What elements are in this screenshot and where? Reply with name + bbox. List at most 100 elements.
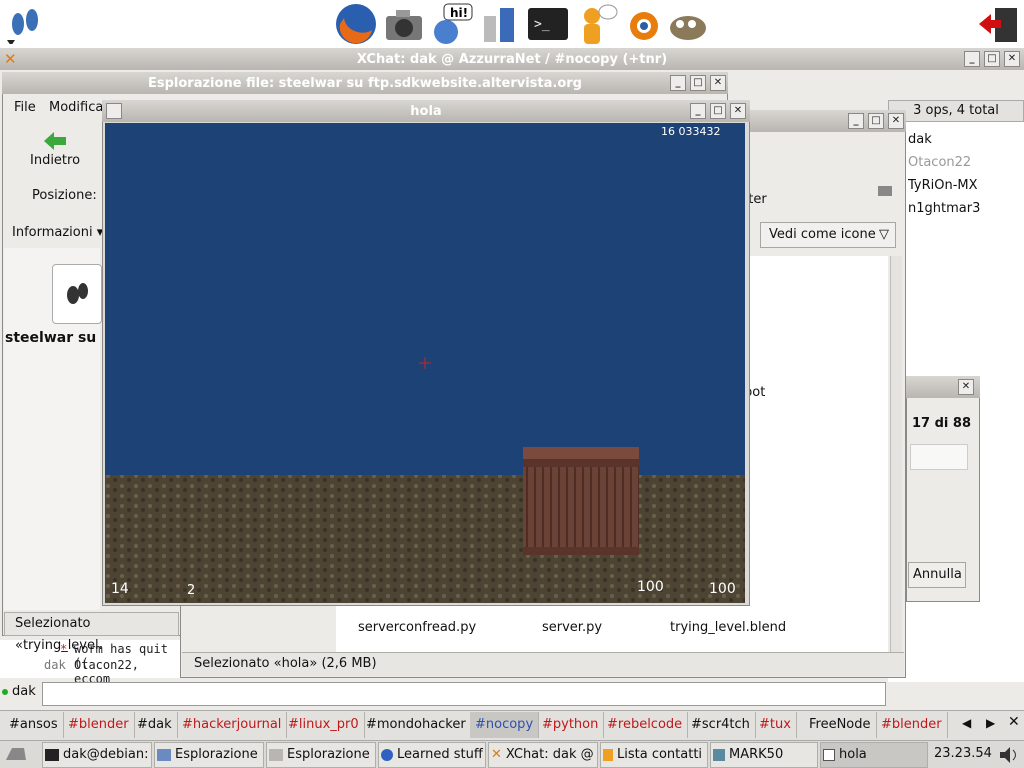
tab-freenode-blender[interactable]: #blender: [876, 712, 948, 738]
cancel-button[interactable]: Annulla: [908, 562, 966, 588]
svg-text:hi!: hi!: [450, 6, 468, 20]
gnome-foot-folder-icon[interactable]: [52, 264, 102, 324]
task-label: Lista contatti: [617, 747, 703, 762]
back-button-label[interactable]: Indietro: [30, 153, 80, 168]
tab-close-icon[interactable]: ✕: [1008, 714, 1020, 730]
close-button[interactable]: ✕: [710, 75, 726, 91]
task-hola[interactable]: hola: [820, 742, 928, 768]
tab-rebelcode[interactable]: #rebelcode: [602, 712, 689, 738]
minimize-button[interactable]: _: [964, 51, 980, 67]
tab-mondohacker[interactable]: #mondohacker: [361, 712, 472, 738]
info-dropdown-label: Informazioni: [12, 225, 93, 240]
task-esplorazione-2[interactable]: Esplorazione: [266, 742, 376, 768]
task-learned-stuff[interactable]: Learned stuff: [378, 742, 486, 768]
game-viewport[interactable]: 16 033432 14 2 100 100: [105, 123, 745, 603]
close-button[interactable]: ✕: [1004, 51, 1020, 67]
camera-icon[interactable]: [382, 2, 426, 46]
progress-bar: [910, 444, 968, 470]
file-item[interactable]: serverconfread.py: [358, 620, 476, 635]
hi-icon[interactable]: hi!: [430, 2, 474, 46]
task-xchat[interactable]: ✕ XChat: dak @: [488, 742, 598, 768]
transfer-dialog-titlebar: ✕: [906, 376, 980, 398]
user-item[interactable]: dak: [908, 132, 932, 147]
tab-python[interactable]: #python: [537, 712, 605, 738]
info-dropdown[interactable]: Informazioni ▾: [12, 225, 103, 240]
task-terminal[interactable]: dak@debian:: [42, 742, 152, 768]
gnome-foot-icon[interactable]: [2, 2, 46, 46]
user-icon: [713, 749, 725, 761]
tab-ansos[interactable]: #ansos: [4, 712, 64, 738]
minimize-button[interactable]: _: [690, 103, 706, 119]
gaim-icon[interactable]: [574, 2, 618, 46]
file-item[interactable]: server.py: [542, 620, 602, 635]
maximize-button[interactable]: □: [984, 51, 1000, 67]
maximize-button[interactable]: □: [710, 103, 726, 119]
tab-tux[interactable]: #tux: [754, 712, 797, 738]
user-item[interactable]: Otacon22: [908, 155, 971, 170]
task-label: MARK50: [729, 747, 784, 762]
volume-icon[interactable]: [998, 746, 1020, 768]
hud-right2: 100: [709, 581, 736, 597]
task-label: Learned stuff: [397, 747, 483, 762]
menu-file[interactable]: File: [14, 100, 36, 115]
chat-nick: dak: [44, 658, 66, 672]
xchat-title: XChat: dak @ AzzurraNet / #nocopy (+tnr): [356, 51, 668, 67]
top-panel: hi! >_: [0, 0, 1024, 48]
folder-icon: [269, 749, 283, 761]
globe-icon: [381, 749, 393, 761]
tab-freenode[interactable]: FreeNode: [804, 712, 877, 738]
minimize-button[interactable]: _: [670, 75, 686, 91]
chat-input[interactable]: [42, 682, 886, 706]
gimp-icon[interactable]: [666, 2, 710, 46]
tab-next-icon[interactable]: ▶: [986, 716, 995, 730]
blender-icon[interactable]: [620, 2, 664, 46]
close-button[interactable]: ✕: [958, 379, 974, 395]
tab-blender[interactable]: #blender: [63, 712, 135, 738]
firefox-icon[interactable]: [334, 2, 378, 46]
throbber-icon: [876, 182, 894, 204]
tab-scr4tch[interactable]: #scr4tch: [686, 712, 756, 738]
hud-left2: 2: [187, 583, 196, 598]
tab-dak[interactable]: #dak: [132, 712, 178, 738]
back-status-bar: Selezionato «trying_level.: [4, 612, 179, 653]
task-mark50[interactable]: MARK50: [710, 742, 818, 768]
folder-icon: [157, 749, 171, 761]
view-as-dropdown[interactable]: Vedi come icone ▽: [760, 222, 896, 248]
task-label: Esplorazione: [287, 747, 370, 762]
back-arrow-icon[interactable]: [44, 132, 66, 154]
xchat-app-icon: ✕: [4, 50, 17, 68]
file-browser-back-title: Esplorazione file: steelwar su ftp.sdkwe…: [148, 75, 582, 91]
tab-linux-pr0[interactable]: #linux_pr0: [283, 712, 365, 738]
tab-nocopy[interactable]: #nocopy: [470, 712, 540, 738]
tab-hackerjournal[interactable]: #hackerjournal: [177, 712, 288, 738]
network-icon[interactable]: [478, 2, 522, 46]
maximize-button[interactable]: □: [868, 113, 884, 129]
task-esplorazione-1[interactable]: Esplorazione: [154, 742, 264, 768]
file-item[interactable]: trying_level.blend: [670, 620, 786, 635]
menu-modifica[interactable]: Modifica: [49, 100, 103, 115]
show-desktop-icon[interactable]: [4, 746, 28, 766]
gaim-icon: [603, 749, 613, 761]
vertical-scrollbar[interactable]: [890, 256, 902, 652]
window-icon: [823, 749, 835, 761]
task-label: hola: [839, 747, 867, 762]
logout-icon[interactable]: [976, 2, 1022, 46]
folder-label: steelwar su: [5, 330, 97, 346]
maximize-button[interactable]: □: [690, 75, 706, 91]
chevron-down-icon: ▽: [879, 227, 889, 242]
input-nick[interactable]: dak: [12, 684, 36, 699]
clock[interactable]: 23.23.54: [934, 746, 992, 761]
user-item[interactable]: n1ghtmar3: [908, 201, 980, 216]
window-menu-icon[interactable]: [106, 103, 122, 119]
terminal-icon: [45, 749, 59, 761]
users-header: 3 ops, 4 total: [888, 100, 1024, 122]
terminal-icon[interactable]: >_: [526, 2, 570, 46]
minimize-button[interactable]: _: [848, 113, 864, 129]
close-button[interactable]: ✕: [888, 113, 904, 129]
close-button[interactable]: ✕: [730, 103, 746, 119]
task-label: XChat: dak @: [505, 747, 594, 762]
tab-prev-icon[interactable]: ◀: [962, 716, 971, 730]
user-item[interactable]: TyRiOn-MX: [908, 178, 978, 193]
task-lista-contatti[interactable]: Lista contatti: [600, 742, 708, 768]
view-as-label: Vedi come icone: [769, 227, 876, 242]
